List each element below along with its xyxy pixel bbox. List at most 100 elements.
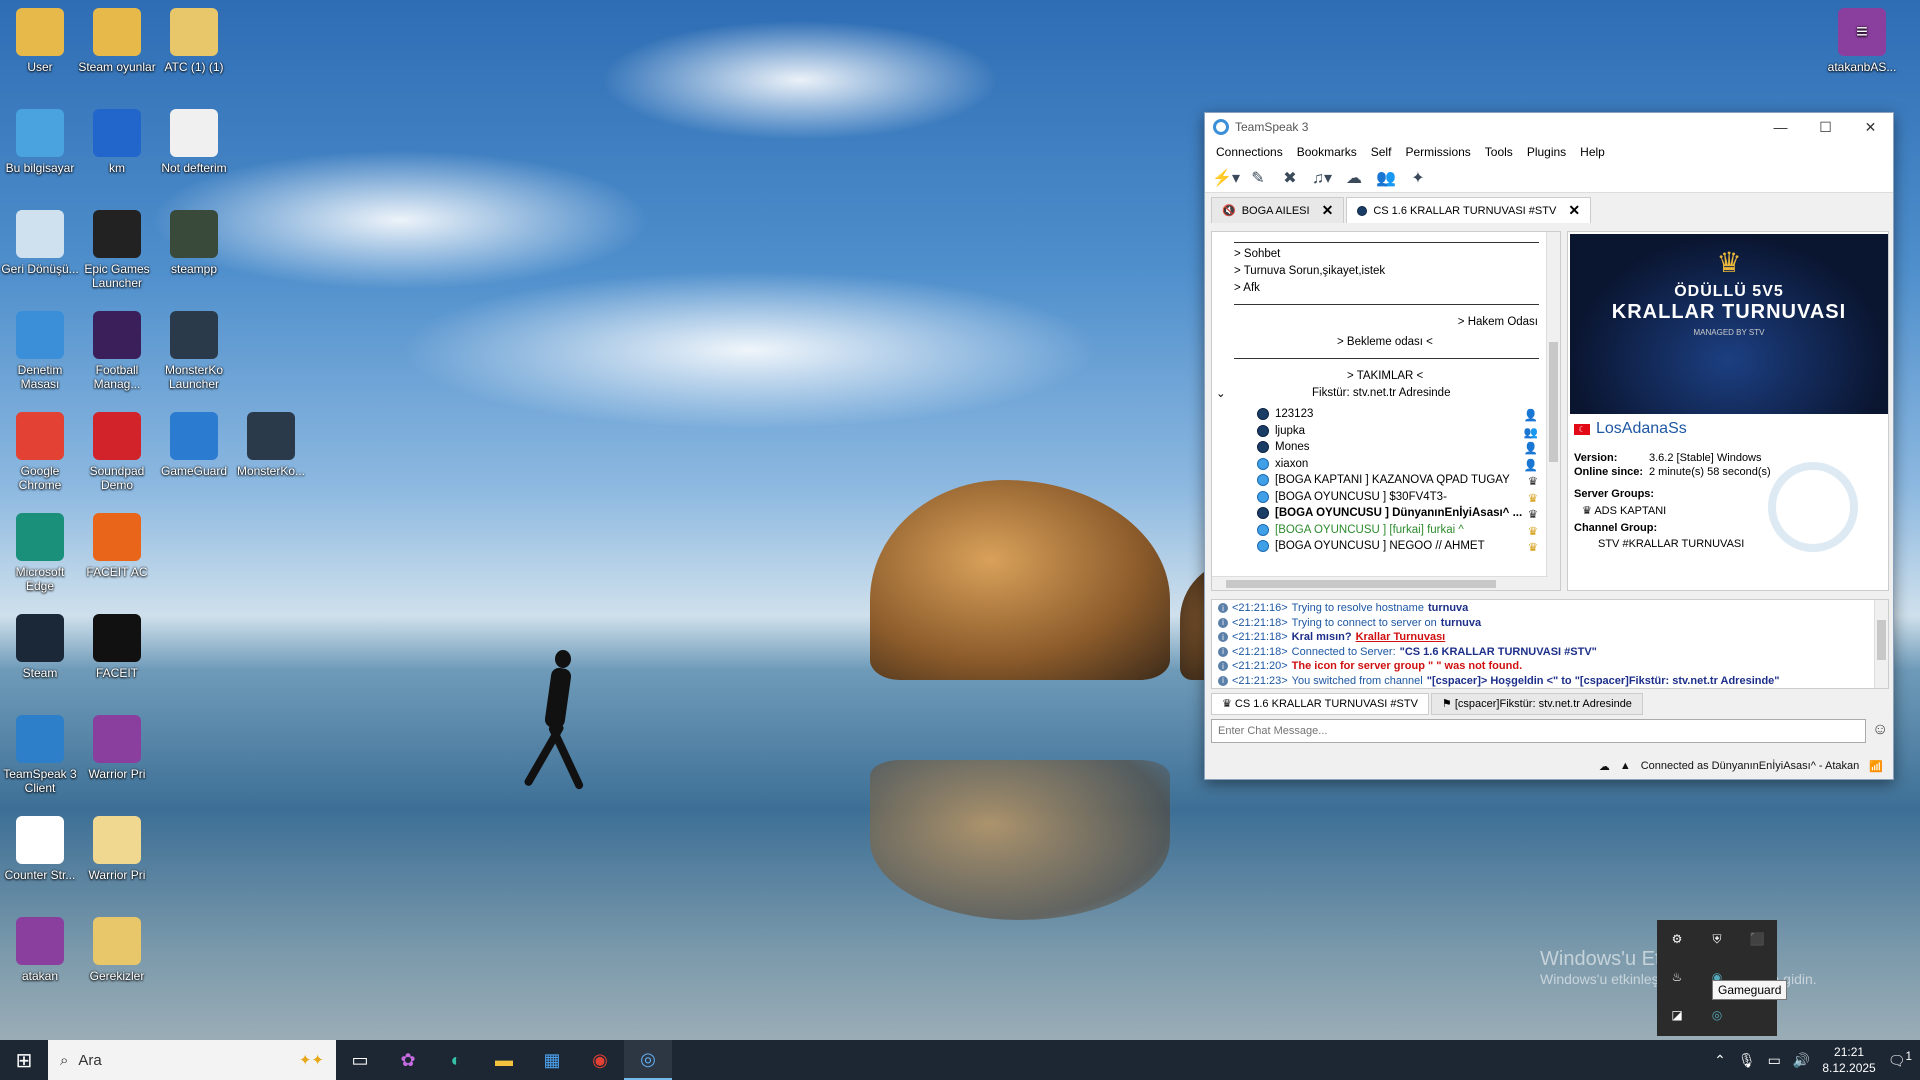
desktop-icon[interactable]: Microsoft Edge	[0, 513, 80, 593]
start-button[interactable]: ⊞	[0, 1040, 48, 1080]
desktop-icon[interactable]: MonsterKo...	[231, 412, 311, 478]
client-row[interactable]: 123123	[1257, 408, 1313, 420]
close-tab-icon[interactable]: ✕	[1322, 202, 1334, 219]
desktop-icon[interactable]: Bu bilgisayar	[0, 109, 80, 175]
channel-afk[interactable]: > Afk	[1234, 282, 1260, 294]
disconnect-icon[interactable]: ✎	[1245, 166, 1271, 190]
desktop-icon[interactable]: Warrior Pri	[77, 816, 157, 882]
menu-item[interactable]: Help	[1573, 145, 1612, 159]
close-button[interactable]: ✕	[1848, 119, 1893, 136]
store-icon[interactable]: ▦	[528, 1040, 576, 1080]
desktop-icon[interactable]: Geri Dönüşü...	[0, 210, 80, 276]
notification-icon[interactable]: 🗨1	[1888, 1050, 1912, 1070]
volume-icon[interactable]: 🔊	[1793, 1052, 1810, 1069]
channel-takimlar[interactable]: > TAKIMLAR <	[1347, 370, 1423, 382]
warning-icon[interactable]: ▲	[1620, 760, 1631, 772]
tab-boga-ailesi[interactable]: 🔇 BOGA AILESI ✕	[1211, 197, 1345, 223]
copilot-icon[interactable]: ✿	[384, 1040, 432, 1080]
client-row[interactable]: [BOGA OYUNCUSU ] NEGOO // AHMET	[1257, 540, 1485, 552]
collapse-chevron-icon[interactable]: ⌄	[1216, 386, 1226, 400]
channel-tree[interactable]: > Sohbet > Turnuva Sorun,şikayet,istek >…	[1211, 231, 1561, 591]
menu-item[interactable]: Connections	[1209, 145, 1290, 159]
microphone-icon[interactable]: 🎙	[1738, 1052, 1756, 1069]
emoji-icon[interactable]: ☺	[1872, 721, 1888, 739]
log-strong[interactable]: Krallar Turnuvası	[1356, 631, 1446, 643]
maximize-button[interactable]: ☐	[1803, 119, 1848, 136]
search-box[interactable]: ⌕ Ara ✦✦	[48, 1040, 336, 1080]
desktop-icon[interactable]: ATC (1) (1)	[154, 8, 234, 74]
server-banner: ♛ ÖDÜLLÜ 5V5 KRALLAR TURNUVASI MANAGED B…	[1570, 234, 1888, 414]
client-row[interactable]: Mones	[1257, 441, 1310, 453]
desktop-icon[interactable]: Football Manag...	[77, 311, 157, 391]
teamspeak-icon[interactable]: ◎	[624, 1040, 672, 1080]
faceit-icon[interactable]: ◪	[1671, 1008, 1682, 1022]
desktop-icon[interactable]: Gerekizler	[77, 917, 157, 983]
connect-icon[interactable]: ⚡▾	[1212, 166, 1240, 190]
desktop-icon[interactable]: Soundpad Demo	[77, 412, 157, 492]
chat-message-input[interactable]	[1211, 719, 1866, 743]
desktop-icon[interactable]: Steam	[0, 614, 80, 680]
tree-horizontal-scrollbar[interactable]	[1212, 576, 1548, 590]
desktop-icon[interactable]: Warrior Pri	[77, 715, 157, 781]
desktop-icon-top-right[interactable]: ≡ atakanbAS...	[1822, 8, 1902, 74]
client-row[interactable]: [BOGA OYUNCUSU ] DünyanınEnİyiAsası^ ...	[1257, 507, 1522, 519]
chevron-up-icon[interactable]: ⌃	[1714, 1052, 1726, 1069]
gameguard-icon[interactable]: ◎	[1712, 1008, 1722, 1022]
channel-turnuva-sorun[interactable]: > Turnuva Sorun,şikayet,istek	[1234, 265, 1385, 277]
close-tab-icon[interactable]: ✕	[1568, 202, 1580, 219]
desktop-icon[interactable]: Google Chrome	[0, 412, 80, 492]
desktop-icon[interactable]: TeamSpeak 3 Client	[0, 715, 80, 795]
desktop-icon[interactable]: Epic Games Launcher	[77, 210, 157, 290]
mute-speakers-icon[interactable]: ♫▾	[1309, 166, 1335, 190]
desktop-icon[interactable]: km	[77, 109, 157, 175]
channel-sohbet[interactable]: > Sohbet	[1234, 248, 1280, 260]
desktop-icon[interactable]: Steam oyunlar	[77, 8, 157, 74]
contacts-icon[interactable]: 👥	[1373, 166, 1399, 190]
channel-fikstur[interactable]: Fikstür: stv.net.tr Adresinde	[1312, 387, 1450, 399]
desktop-icon[interactable]: Counter Str...	[0, 816, 80, 882]
mute-microphone-icon[interactable]: ✖	[1277, 166, 1303, 190]
channel-bekleme-odasi[interactable]: > Bekleme odası <	[1337, 336, 1433, 348]
shield-icon[interactable]: ⛨	[1712, 932, 1721, 947]
window-titlebar[interactable]: TeamSpeak 3 — ☐ ✕	[1205, 113, 1893, 141]
desktop-icon[interactable]: FACEIT AC	[77, 513, 157, 579]
client-row[interactable]: ljupka	[1257, 424, 1305, 437]
menu-item[interactable]: Tools	[1478, 145, 1520, 159]
clock[interactable]: 21:21 8.12.2025	[1822, 1044, 1875, 1076]
file-explorer-icon[interactable]: ▬	[480, 1040, 528, 1080]
gear-icon[interactable]: ⚙	[1672, 932, 1683, 946]
steam-icon[interactable]: ♨	[1672, 970, 1683, 984]
client-row[interactable]: [BOGA OYUNCUSU ] $30FV4T3-	[1257, 490, 1447, 503]
desktop-icon[interactable]: GameGuard	[154, 412, 234, 478]
teamspeak-window[interactable]: TeamSpeak 3 — ☐ ✕ Connections Bookmarks Se…	[1204, 112, 1894, 780]
desktop-icon[interactable]: steampp	[154, 210, 234, 276]
network-icon[interactable]: ▭	[1768, 1052, 1781, 1069]
menu-item[interactable]: Bookmarks	[1290, 145, 1364, 159]
faceit-ac-icon[interactable]: ⬛	[1750, 932, 1765, 946]
desktop-icon[interactable]: FACEIT	[77, 614, 157, 680]
log-scrollbar[interactable]	[1874, 600, 1888, 688]
menu-item[interactable]: Self	[1364, 145, 1399, 159]
desktop-icon[interactable]: MonsterKo Launcher	[154, 311, 234, 391]
desktop-icon[interactable]: Not defterim	[154, 109, 234, 175]
task-view-icon[interactable]: ▭	[336, 1040, 384, 1080]
chat-tab-server[interactable]: ♛ CS 1.6 KRALLAR TURNUVASI #STV	[1211, 693, 1429, 715]
menu-item[interactable]: Permissions	[1398, 145, 1477, 159]
tree-vertical-scrollbar[interactable]	[1546, 232, 1560, 590]
menu-item[interactable]: Plugins	[1520, 145, 1573, 159]
minimize-button[interactable]: —	[1758, 119, 1803, 136]
chat-tab-channel[interactable]: ⚑ [cspacer]Fikstür: stv.net.tr Adresinde	[1430, 693, 1643, 715]
chrome-icon[interactable]: ◉	[576, 1040, 624, 1080]
channel-hakem-odasi[interactable]: > Hakem Odası	[1458, 316, 1538, 328]
desktop-icon[interactable]: User	[0, 8, 80, 74]
tab-krallar-turnuvasi[interactable]: CS 1.6 KRALLAR TURNUVASI #STV ✕	[1346, 197, 1592, 223]
away-icon[interactable]: ☁	[1341, 166, 1367, 190]
client-row[interactable]: [BOGA KAPTANI ] KAZANOVA QPAD TUGAY	[1257, 474, 1510, 486]
edge-icon[interactable]: ◐	[432, 1040, 480, 1080]
server-log[interactable]: i <21:21:16> Trying to resolve hostname tu…	[1211, 599, 1889, 689]
client-row[interactable]: [BOGA OYUNCUSU ] [furkai] furkai ^	[1257, 523, 1464, 536]
client-row[interactable]: xiaxon	[1257, 457, 1308, 470]
hotkeys-icon[interactable]: ✦	[1405, 166, 1431, 190]
desktop-icon[interactable]: Denetim Masası	[0, 311, 80, 391]
desktop-icon[interactable]: atakan	[0, 917, 80, 983]
